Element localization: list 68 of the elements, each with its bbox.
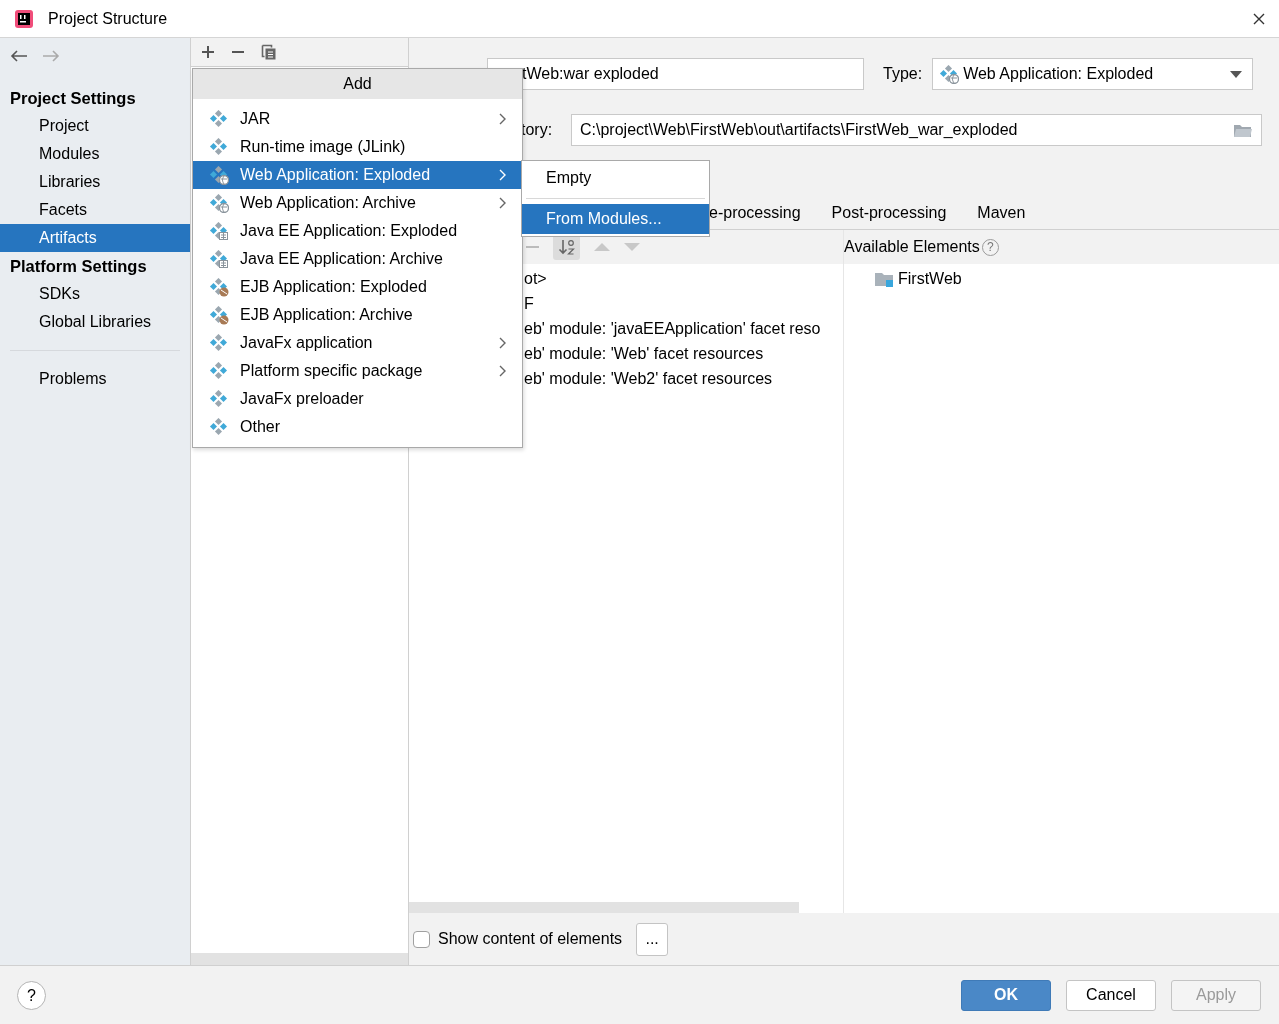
- checkbox-label: Show content of elements: [438, 929, 623, 949]
- section-heading: Project Settings: [9, 88, 137, 109]
- tree-item[interactable]: FirstWeb: [898, 266, 962, 291]
- name-field[interactable]: tWeb:war exploded: [487, 58, 864, 90]
- menu-title: Add: [193, 69, 522, 99]
- diamonds-grid-icon: [209, 221, 229, 241]
- diamonds-bean-icon: [209, 305, 229, 325]
- menu-item[interactable]: EJB Application: Exploded: [193, 273, 522, 301]
- more-button[interactable]: ...: [636, 922, 669, 956]
- diamonds-icon: [209, 109, 229, 129]
- help-button[interactable]: ?: [17, 980, 46, 1010]
- type-label: Type:: [883, 64, 923, 84]
- menu-item[interactable]: Web Application: Archive: [193, 189, 522, 217]
- tab[interactable]: e-processing: [709, 200, 801, 225]
- move-up-icon[interactable]: [594, 242, 610, 252]
- menu-item[interactable]: Platform specific package: [193, 357, 522, 385]
- menu-item[interactable]: Java EE Application: Archive: [193, 245, 522, 273]
- diamonds-globe-icon: [209, 193, 229, 213]
- dialog-button[interactable]: OK: [961, 979, 1051, 1011]
- type-dropdown[interactable]: Web Application: Exploded: [932, 58, 1254, 90]
- diamonds-icon: [209, 137, 229, 157]
- sidebar-item[interactable]: Problems: [0, 365, 190, 393]
- add-icon[interactable]: [201, 45, 215, 59]
- pane-title: Available Elements: [844, 237, 980, 257]
- folder-icon[interactable]: [1233, 122, 1253, 138]
- sidebar-item[interactable]: SDKs: [0, 280, 190, 308]
- menu-item[interactable]: Web Application: Exploded: [193, 161, 522, 189]
- caret-icon: [1230, 70, 1243, 78]
- forward-arrow-icon[interactable]: [42, 49, 60, 63]
- window-title: Project Structure: [48, 8, 168, 29]
- diamonds-icon: [209, 417, 229, 437]
- menu-item[interactable]: Empty: [522, 163, 709, 193]
- tab[interactable]: Post-processing: [831, 200, 947, 225]
- close-icon[interactable]: [1253, 12, 1265, 25]
- menu-item[interactable]: JavaFx application: [193, 329, 522, 357]
- menu-item[interactable]: JavaFx preloader: [193, 385, 522, 413]
- diamonds-globe-icon: [209, 165, 229, 185]
- sidebar-item[interactable]: Facets: [0, 196, 190, 224]
- sort-icon: [557, 238, 576, 256]
- copy-icon[interactable]: [261, 44, 277, 60]
- dialog-button[interactable]: Cancel: [1066, 979, 1156, 1011]
- back-arrow-icon[interactable]: [10, 49, 28, 63]
- diamonds-grid-icon: [209, 249, 229, 269]
- scrollbar[interactable]: [191, 953, 408, 965]
- diamonds-globe-icon: [939, 64, 960, 84]
- move-down-icon[interactable]: [624, 242, 640, 252]
- sidebar-item[interactable]: Modules: [0, 140, 190, 168]
- app-icon: [14, 8, 34, 29]
- section-heading: Platform Settings: [9, 256, 148, 277]
- sidebar-item[interactable]: Artifacts: [0, 224, 190, 252]
- diamonds-icon: [209, 333, 229, 353]
- sidebar-item[interactable]: Global Libraries: [0, 308, 190, 336]
- menu-item[interactable]: Run-time image (JLink): [193, 133, 522, 161]
- menu-item[interactable]: EJB Application: Archive: [193, 301, 522, 329]
- menu-item[interactable]: Java EE Application: Exploded: [193, 217, 522, 245]
- diamonds-icon: [209, 389, 229, 409]
- diamonds-bean-icon: [209, 277, 229, 297]
- menu-item[interactable]: JAR: [193, 105, 522, 133]
- sidebar-item[interactable]: Project: [0, 112, 190, 140]
- menu-item[interactable]: Other: [193, 413, 522, 441]
- menu-item[interactable]: From Modules...: [522, 204, 709, 234]
- tab[interactable]: Maven: [977, 200, 1026, 225]
- scrollbar[interactable]: [409, 902, 799, 913]
- output-directory-field[interactable]: C:\project\Web\FirstWeb\out\artifacts\FirstWeb_war_exploded: [571, 114, 1262, 146]
- sidebar-item[interactable]: Libraries: [0, 168, 190, 196]
- folder-icon: [874, 270, 894, 287]
- checkbox[interactable]: [413, 930, 430, 948]
- diamonds-icon: [209, 361, 229, 381]
